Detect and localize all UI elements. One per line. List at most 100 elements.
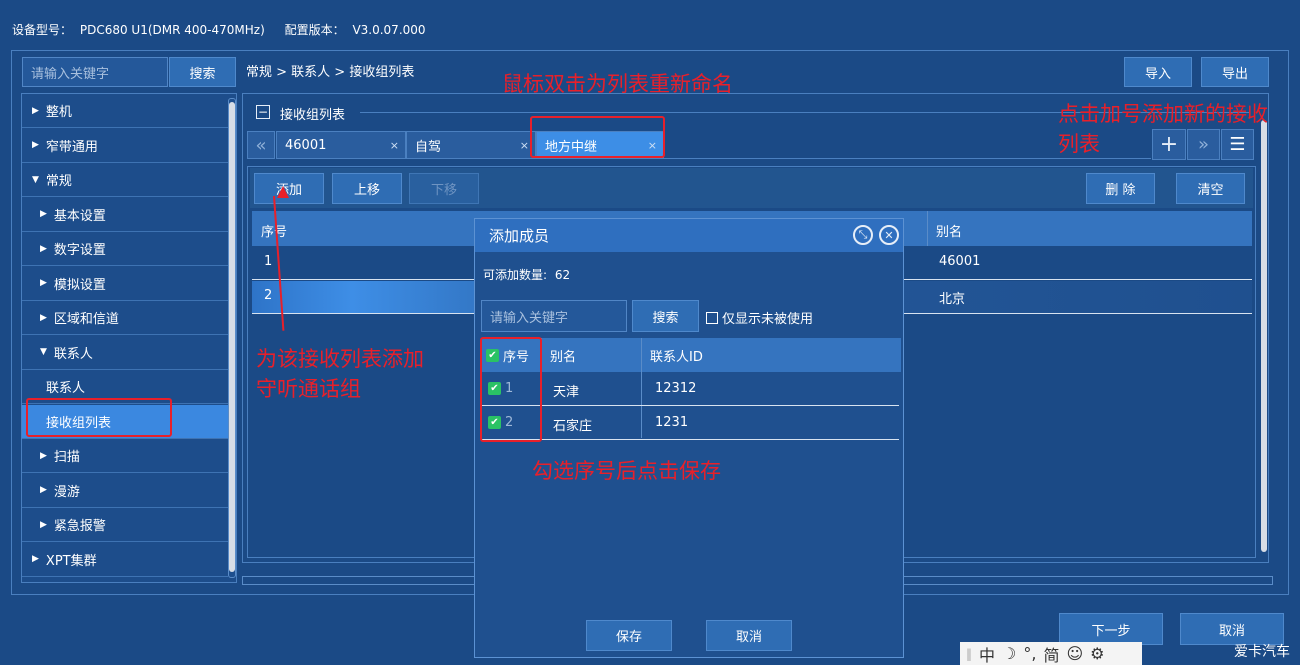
menu-icon[interactable]: ☰ <box>1221 129 1254 160</box>
row-alias: 北京 <box>939 292 966 307</box>
caret-right-icon[interactable]: ▶ <box>40 520 47 530</box>
ime-toolbar[interactable]: ‖ 中 ☽ °, 简 ☺ ⚙ <box>960 642 1142 665</box>
caret-right-icon[interactable]: ▶ <box>40 244 47 254</box>
delete-button[interactable]: 删 除 <box>1086 173 1155 204</box>
search-input[interactable]: 请输入关键字 <box>22 57 168 87</box>
sidebar-scroll-thumb[interactable] <box>229 102 235 572</box>
tab-close-icon[interactable]: × <box>390 139 399 152</box>
export-button[interactable]: 导出 <box>1201 57 1269 87</box>
sidebar-item-label: XPT集群 <box>45 553 97 569</box>
dialog-table-row[interactable]: ✔ 2 石家庄 1231 <box>481 406 899 439</box>
caret-right-icon[interactable]: ▶ <box>40 313 47 323</box>
ime-punctuation-icon[interactable]: °, <box>1023 644 1036 663</box>
annotation-rename: 鼠标双击为列表重新命名 <box>502 72 733 96</box>
dialog-row-alias: 石家庄 <box>553 419 593 434</box>
sidebar-item-label: 区域和信道 <box>53 312 119 327</box>
expand-icon[interactable]: ⤡ <box>853 225 873 245</box>
ime-simplified-icon[interactable]: 简 <box>1043 642 1059 665</box>
caret-down-icon[interactable]: ▼ <box>32 175 39 185</box>
sidebar-item[interactable]: ▶ 整机 <box>22 94 228 128</box>
caret-right-icon[interactable]: ▶ <box>32 140 39 150</box>
ime-handle-icon: ‖ <box>966 646 972 661</box>
annotation-arrow-head <box>277 186 289 198</box>
double-chevron-right-icon[interactable]: » <box>1187 129 1220 160</box>
ime-settings-icon[interactable]: ⚙ <box>1090 644 1104 663</box>
sidebar-item-label: 窄带通用 <box>45 139 98 155</box>
move-up-button[interactable]: 上移 <box>332 173 402 204</box>
dialog-row-contact-id: 12312 <box>655 381 697 396</box>
close-icon[interactable]: ✕ <box>879 225 899 245</box>
panel-collapse-icon[interactable]: − <box>256 105 270 119</box>
ime-moon-icon[interactable]: ☽ <box>1002 644 1016 663</box>
tab-label: 自驾 <box>415 139 442 155</box>
caret-right-icon[interactable]: ▶ <box>32 106 39 116</box>
import-button[interactable]: 导入 <box>1124 57 1192 87</box>
caret-right-icon[interactable]: ▶ <box>32 554 39 564</box>
annotation-add-tab-1: 点击加号添加新的接收 <box>1058 102 1268 126</box>
caret-right-icon[interactable]: ▶ <box>40 278 47 288</box>
tab-46001[interactable]: 46001 × <box>276 131 406 159</box>
sidebar: ▶ 整机 ▶ 窄带通用 ▼ 常规 ▶ 基本设置 ▶ 数字设置 ▶ 模拟设置 ▶ 区域和信道 ▼ 联系人 联系人接… <box>21 93 237 583</box>
panel-title: 接收组列表 <box>280 108 346 123</box>
dialog-cancel-button[interactable]: 取消 <box>706 620 792 651</box>
sidebar-item[interactable]: ▶ 紧急报警 <box>22 508 228 542</box>
row-index: 1 <box>264 254 273 269</box>
col-divider <box>927 211 928 246</box>
sidebar-item-label: 整机 <box>45 105 72 120</box>
ime-emoji-icon[interactable]: ☺ <box>1066 644 1083 663</box>
clear-button[interactable]: 清空 <box>1176 173 1245 204</box>
checkbox-empty-icon <box>706 311 718 324</box>
sidebar-item[interactable]: ▶ 窄带通用 <box>22 129 228 163</box>
sidebar-item-label: 联系人 <box>53 346 93 362</box>
tab-prev-button[interactable]: « <box>247 131 275 159</box>
dialog-header-alias: 别名 <box>550 350 577 365</box>
sidebar-item-label: 联系人 <box>46 381 86 396</box>
tab-close-icon[interactable]: × <box>520 139 529 152</box>
sidebar-item[interactable]: ▶ 扫描 <box>22 439 228 473</box>
dialog-row-alias: 天津 <box>553 385 580 400</box>
breadcrumb: 常规 > 联系人 > 接收组列表 <box>246 65 415 80</box>
dialog-search-button[interactable]: 搜索 <box>632 300 699 332</box>
annotation-box-sidebar <box>26 398 172 437</box>
caret-right-icon[interactable]: ▶ <box>40 451 47 461</box>
sidebar-item-label: 基本设置 <box>53 208 106 224</box>
sidebar-item[interactable]: ▶ 基本设置 <box>22 198 228 232</box>
panel-scrollbar[interactable] <box>1261 120 1267 552</box>
dialog-save-button[interactable]: 保存 <box>586 620 672 651</box>
annotation-add-group-2: 守听通话组 <box>256 377 361 401</box>
caret-right-icon[interactable]: ▶ <box>40 209 47 219</box>
sidebar-item[interactable]: ▶ 漫游 <box>22 474 228 508</box>
only-unused-checkbox[interactable]: 仅显示未被使用 <box>706 308 813 327</box>
available-count: 可添加数量: 62 <box>483 266 570 283</box>
caret-down-icon[interactable]: ▼ <box>40 347 47 357</box>
ime-chinese-icon[interactable]: 中 <box>979 642 995 665</box>
move-down-button[interactable]: 下移 <box>409 173 479 204</box>
dialog-search-input[interactable]: 请输入关键字 <box>481 300 627 332</box>
col-header-alias: 别名 <box>936 225 963 240</box>
dialog-table-row[interactable]: ✔ 1 天津 12312 <box>481 372 899 405</box>
device-model-label: 设备型号： <box>12 23 73 37</box>
add-button[interactable]: 添加 <box>254 173 324 204</box>
annotation-box-checkbox <box>480 337 542 442</box>
annotation-box-tab <box>530 116 665 158</box>
row-alias: 46001 <box>939 254 981 269</box>
sidebar-item[interactable]: ▶ XPT集群 <box>22 543 228 577</box>
plus-icon[interactable]: + <box>1152 129 1186 160</box>
sidebar-item[interactable]: ▶ 模拟设置 <box>22 267 228 301</box>
dialog-title: 添加成员 <box>489 227 550 245</box>
sidebar-item-label: 扫描 <box>53 450 80 465</box>
annotation-check-save: 勾选序号后点击保存 <box>532 459 721 483</box>
row-index: 2 <box>264 288 273 303</box>
search-button[interactable]: 搜索 <box>169 57 236 87</box>
available-count-label: 可添加数量: <box>483 268 548 282</box>
sidebar-item[interactable]: ▼ 联系人 <box>22 336 228 370</box>
next-step-button[interactable]: 下一步 <box>1059 613 1163 645</box>
sidebar-item[interactable]: ▶ 数字设置 <box>22 232 228 266</box>
sidebar-item[interactable]: ▶ 区域和信道 <box>22 301 228 335</box>
tab-zijia[interactable]: 自驾 × <box>406 131 536 159</box>
sidebar-item-label: 紧急报警 <box>53 519 106 534</box>
caret-right-icon[interactable]: ▶ <box>40 485 47 495</box>
sidebar-item[interactable]: ▼ 常规 <box>22 163 228 197</box>
dialog-header-contact-id: 联系人ID <box>650 350 703 365</box>
dialog-row-divider <box>481 439 899 440</box>
